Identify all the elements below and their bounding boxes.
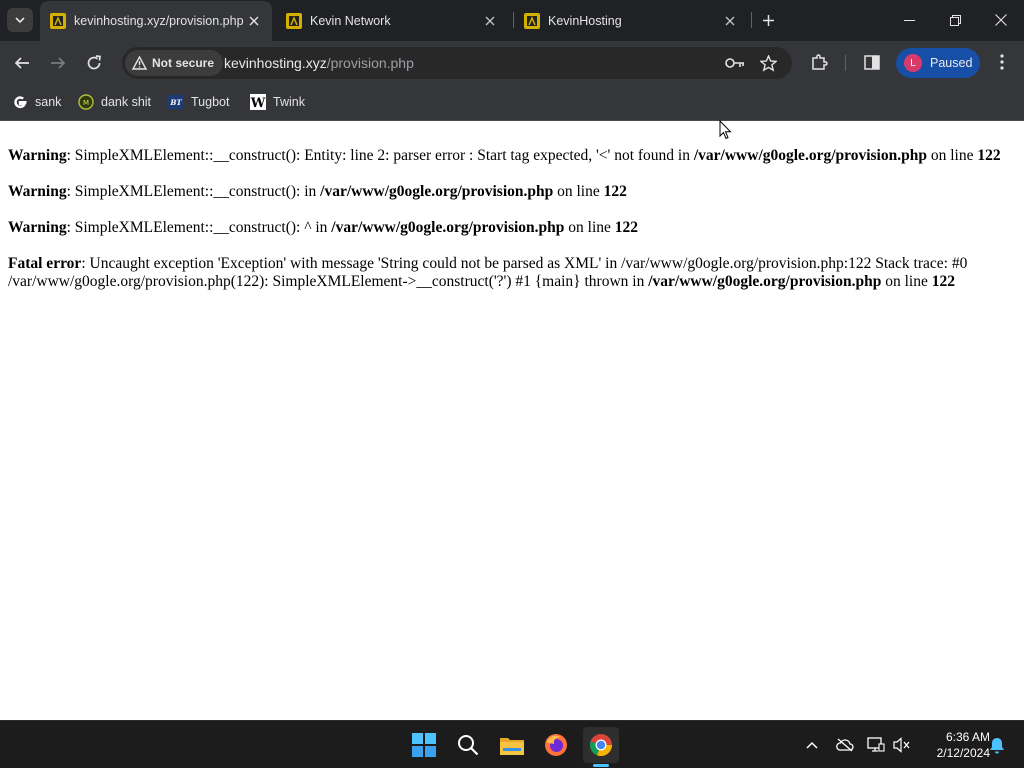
- side-panel-icon: [864, 54, 880, 70]
- network-icon: [867, 737, 885, 752]
- svg-text:W: W: [250, 96, 266, 110]
- site-favicon-icon: [286, 12, 302, 29]
- show-hidden-icons-button[interactable]: [802, 735, 822, 755]
- svg-text:M: M: [83, 99, 89, 107]
- extensions-button[interactable]: [807, 50, 831, 74]
- tab-provision[interactable]: kevinhosting.xyz/provision.php: [40, 1, 272, 41]
- firefox-icon: [545, 734, 567, 756]
- volume-button[interactable]: [892, 735, 912, 755]
- bt-icon: BT: [168, 94, 184, 110]
- mouse-cursor-icon: [719, 120, 732, 140]
- close-tab-icon[interactable]: [720, 11, 740, 31]
- windows-logo-icon: [412, 733, 436, 757]
- url-host: kevinhosting.xyz: [224, 55, 327, 71]
- minimize-icon: [903, 19, 915, 21]
- bookmark-dank-shit[interactable]: M dank shit: [78, 92, 151, 112]
- tab-search-button[interactable]: [7, 8, 33, 32]
- plus-icon: [762, 14, 774, 26]
- profile-status: Paused: [930, 56, 973, 70]
- kebab-menu-icon: [1000, 54, 1004, 70]
- toolbar-divider: [845, 55, 846, 71]
- firefox-button[interactable]: [538, 727, 574, 763]
- tab-strip: kevinhosting.xyz/provision.php Kevin Net…: [0, 0, 1024, 41]
- key-icon: [725, 58, 744, 68]
- onedrive-button[interactable]: [835, 735, 855, 755]
- svg-text:BT: BT: [169, 98, 182, 107]
- close-window-button[interactable]: [978, 0, 1024, 40]
- bell-icon: [990, 737, 1004, 753]
- dank-icon: M: [78, 94, 94, 110]
- speaker-muted-icon: [893, 737, 910, 753]
- avatar: L: [904, 54, 922, 72]
- back-button[interactable]: [8, 49, 36, 77]
- google-icon: [12, 94, 28, 110]
- restore-icon: [949, 14, 961, 26]
- chrome-icon: [590, 734, 613, 757]
- search-icon: [458, 735, 479, 756]
- clock-time: 6:36 AM: [945, 730, 990, 744]
- tab-title: kevinhosting.xyz/provision.php: [74, 14, 244, 28]
- page-content: Warning: SimpleXMLElement::__construct()…: [0, 121, 1024, 720]
- chevron-up-icon: [806, 741, 818, 749]
- cloud-offline-icon: [836, 738, 854, 752]
- warning-message: Warning: SimpleXMLElement::__construct()…: [8, 219, 639, 236]
- bookmark-label: Twink: [273, 95, 305, 109]
- active-app-indicator: [593, 764, 609, 767]
- url-path: /provision.php: [326, 55, 414, 71]
- minimize-button[interactable]: [886, 0, 932, 40]
- arrow-right-icon: [51, 57, 66, 69]
- star-icon: [759, 54, 777, 72]
- file-explorer-button[interactable]: [494, 727, 530, 763]
- url-text: kevinhosting.xyz/provision.php: [224, 55, 414, 71]
- warning-message: Warning: SimpleXMLElement::__construct()…: [8, 183, 627, 200]
- reload-button[interactable]: [80, 49, 108, 77]
- arrow-left-icon: [14, 57, 29, 69]
- password-key-button[interactable]: [724, 52, 746, 74]
- tab-kevin-network[interactable]: Kevin Network: [276, 0, 508, 41]
- security-label: Not secure: [152, 56, 215, 70]
- bookmark-sank[interactable]: sank: [12, 92, 61, 112]
- bookmark-star-button[interactable]: [757, 52, 779, 74]
- side-panel-button[interactable]: [860, 50, 884, 74]
- notifications-button[interactable]: [987, 735, 1007, 755]
- reload-icon: [87, 55, 101, 70]
- security-chip[interactable]: Not secure: [125, 50, 224, 76]
- address-bar[interactable]: Not secure kevinhosting.xyz/provision.ph…: [122, 47, 792, 79]
- start-button[interactable]: [406, 727, 442, 763]
- w-icon: W: [250, 94, 266, 110]
- chevron-down-icon: [15, 17, 25, 24]
- profile-button[interactable]: L Paused: [896, 48, 980, 78]
- close-tab-icon[interactable]: [480, 11, 500, 31]
- puzzle-icon: [812, 54, 828, 70]
- bookmark-tugbot[interactable]: BT Tugbot: [168, 92, 229, 112]
- network-button[interactable]: [866, 735, 886, 755]
- browser-toolbar: Not secure kevinhosting.xyz/provision.ph…: [0, 41, 1024, 85]
- forward-button[interactable]: [44, 49, 72, 77]
- warning-triangle-icon: [132, 56, 147, 70]
- chrome-button[interactable]: [583, 727, 619, 763]
- folder-icon: [500, 738, 524, 755]
- tab-title: Kevin Network: [310, 13, 391, 28]
- bookmark-label: Tugbot: [191, 95, 230, 109]
- close-icon: [995, 14, 1007, 26]
- site-favicon-icon: [50, 13, 66, 29]
- tab-kevinhosting[interactable]: KevinHosting: [514, 0, 748, 41]
- new-tab-button[interactable]: [756, 9, 780, 31]
- fatal-error-message: Fatal error: Uncaught exception 'Excepti…: [8, 255, 968, 290]
- bookmark-label: dank shit: [101, 95, 152, 109]
- clock-date: 2/12/2024: [936, 746, 990, 760]
- taskbar-clock[interactable]: 6:36 AM 2/12/2024: [916, 729, 990, 761]
- close-tab-icon[interactable]: [244, 11, 264, 31]
- bookmark-label: sank: [35, 95, 62, 109]
- bookmarks-bar: sank M dank shit BT Tugbot W Twink: [0, 85, 1024, 121]
- tab-separator: [751, 12, 752, 28]
- menu-button[interactable]: [990, 50, 1014, 74]
- bookmark-twink[interactable]: W Twink: [250, 92, 305, 112]
- windows-taskbar: 6:36 AM 2/12/2024: [0, 720, 1024, 768]
- restore-button[interactable]: [932, 0, 978, 40]
- tab-title: KevinHosting: [548, 13, 622, 28]
- taskbar-search-button[interactable]: [450, 727, 486, 763]
- warning-message: Warning: SimpleXMLElement::__construct()…: [8, 147, 1001, 164]
- site-favicon-icon: [524, 12, 540, 29]
